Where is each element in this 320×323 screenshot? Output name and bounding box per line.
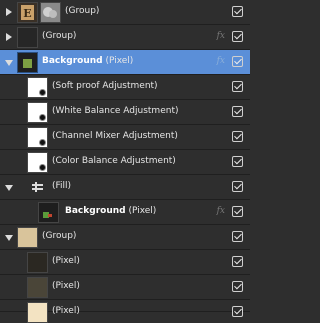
layer-label: (Group) bbox=[42, 231, 77, 241]
expand-arrow-icon[interactable] bbox=[6, 8, 12, 16]
layer-thumbnail bbox=[27, 252, 48, 273]
collapse-arrow-icon[interactable] bbox=[5, 235, 13, 241]
visibility-checkbox[interactable] bbox=[232, 6, 243, 17]
layer-thumbnail bbox=[27, 277, 48, 298]
layer-name: Background bbox=[65, 206, 126, 216]
layer-thumbnail bbox=[17, 227, 38, 248]
layer-name: Background bbox=[42, 56, 103, 66]
adjustment-icon bbox=[39, 89, 46, 96]
layer-row-soft-proof[interactable]: (Soft proof Adjustment) bbox=[0, 75, 250, 100]
layer-label: Background (Pixel) bbox=[42, 56, 133, 66]
layer-row-pixel-2[interactable]: (Pixel) bbox=[0, 275, 250, 300]
layer-thumbnail bbox=[17, 27, 38, 48]
visibility-checkbox[interactable] bbox=[232, 56, 243, 67]
visibility-checkbox[interactable] bbox=[232, 81, 243, 92]
layer-type: (Pixel) bbox=[105, 56, 134, 66]
fx-icon[interactable]: fx bbox=[217, 31, 225, 41]
layer-row-white-balance[interactable]: (White Balance Adjustment) bbox=[0, 100, 250, 125]
layer-row-channel-mixer[interactable]: (Channel Mixer Adjustment) bbox=[0, 125, 250, 150]
visibility-checkbox[interactable] bbox=[232, 131, 243, 142]
visibility-checkbox[interactable] bbox=[232, 31, 243, 42]
layer-thumbnail bbox=[17, 52, 38, 73]
adjustment-thumbnail bbox=[27, 127, 48, 148]
layer-label: (Group) bbox=[42, 31, 77, 41]
layer-label: (Color Balance Adjustment) bbox=[52, 156, 176, 166]
layer-thumbnail bbox=[40, 2, 61, 23]
visibility-checkbox[interactable] bbox=[232, 156, 243, 167]
collapse-arrow-icon[interactable] bbox=[5, 185, 13, 191]
adjustment-thumbnail bbox=[27, 77, 48, 98]
layer-row-group-2[interactable]: (Group) fx bbox=[0, 25, 250, 50]
visibility-checkbox[interactable] bbox=[232, 281, 243, 292]
adjustment-icon bbox=[39, 114, 46, 121]
layer-label: (Soft proof Adjustment) bbox=[52, 81, 158, 91]
fx-icon[interactable]: fx bbox=[217, 206, 225, 216]
layer-row-pixel-1[interactable]: (Pixel) bbox=[0, 250, 250, 275]
visibility-checkbox[interactable] bbox=[232, 256, 243, 267]
adjustment-icon bbox=[39, 139, 46, 146]
layer-label: (Pixel) bbox=[52, 281, 80, 291]
layer-thumbnail bbox=[38, 202, 59, 223]
layer-row-group-3[interactable]: (Group) bbox=[0, 225, 250, 250]
layer-row-background-nested[interactable]: Background (Pixel) fx bbox=[0, 200, 250, 225]
layer-label: (Fill) bbox=[52, 181, 72, 191]
layer-type: (Pixel) bbox=[128, 206, 157, 216]
adjustment-icon bbox=[39, 164, 46, 171]
layer-row-color-balance[interactable]: (Color Balance Adjustment) bbox=[0, 150, 250, 175]
adjustment-thumbnail bbox=[27, 152, 48, 173]
visibility-checkbox[interactable] bbox=[232, 206, 243, 217]
visibility-checkbox[interactable] bbox=[232, 181, 243, 192]
svg-text:E: E bbox=[23, 7, 31, 20]
layer-thumbnail: E bbox=[17, 2, 38, 23]
layer-row-fill[interactable]: (Fill) bbox=[0, 175, 250, 200]
expand-arrow-icon[interactable] bbox=[6, 33, 12, 41]
layer-label: (Channel Mixer Adjustment) bbox=[52, 131, 178, 141]
layer-label: Background (Pixel) bbox=[65, 206, 156, 216]
layer-label: (Pixel) bbox=[52, 256, 80, 266]
layer-row-group-1[interactable]: E (Group) bbox=[0, 0, 250, 25]
collapse-arrow-icon[interactable] bbox=[5, 60, 13, 66]
layer-row-background-selected[interactable]: Background (Pixel) fx bbox=[0, 50, 250, 75]
fx-icon[interactable]: fx bbox=[217, 56, 225, 66]
layer-label: (Pixel) bbox=[52, 306, 80, 316]
visibility-checkbox[interactable] bbox=[232, 106, 243, 117]
visibility-checkbox[interactable] bbox=[232, 231, 243, 242]
layer-label: (Group) bbox=[65, 6, 100, 16]
layer-label: (White Balance Adjustment) bbox=[52, 106, 179, 116]
layer-thumbnail bbox=[27, 302, 48, 323]
layers-panel: E (Group) (Group) fx Background (Pixel) … bbox=[0, 0, 250, 323]
fill-icon bbox=[27, 177, 48, 198]
layer-row-pixel-3[interactable]: (Pixel) bbox=[0, 300, 250, 323]
adjustment-thumbnail bbox=[27, 102, 48, 123]
